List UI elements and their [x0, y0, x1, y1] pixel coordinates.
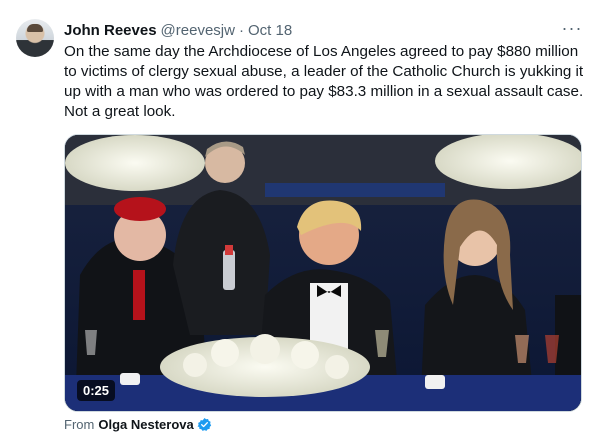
attribution: From Olga Nesterova — [64, 416, 212, 432]
background-flowers-left — [65, 135, 205, 191]
attribution-label: From — [64, 416, 95, 432]
author-avatar[interactable] — [16, 19, 54, 57]
more-horizontal-icon[interactable]: ··· — [560, 18, 584, 38]
video-timestamp: 0:25 — [77, 380, 116, 401]
soda-can — [223, 250, 235, 290]
cardinal-zucchetto — [114, 197, 166, 221]
tweet-text: On the same day the Archdiocese of Los A… — [64, 43, 584, 120]
tweet-date[interactable]: Oct 18 — [248, 22, 292, 39]
tweet-header: John Reeves @reevesjw · Oct 18 — [64, 20, 292, 40]
tweet[interactable]: John Reeves @reevesjw · Oct 18 ··· On th… — [0, 0, 604, 432]
avatar-hair-shape — [27, 24, 43, 32]
coffee-cup — [425, 375, 445, 389]
author-name[interactable]: John Reeves — [64, 22, 157, 39]
video-player[interactable]: 0:25 — [64, 134, 582, 412]
attribution-name[interactable]: Olga Nesterova — [98, 417, 193, 432]
video-frame — [65, 135, 581, 411]
author-handle[interactable]: @reevesjw — [161, 22, 235, 39]
wine-glass — [85, 330, 97, 355]
header-separator: · — [238, 21, 244, 39]
verified-badge-icon — [197, 417, 211, 431]
